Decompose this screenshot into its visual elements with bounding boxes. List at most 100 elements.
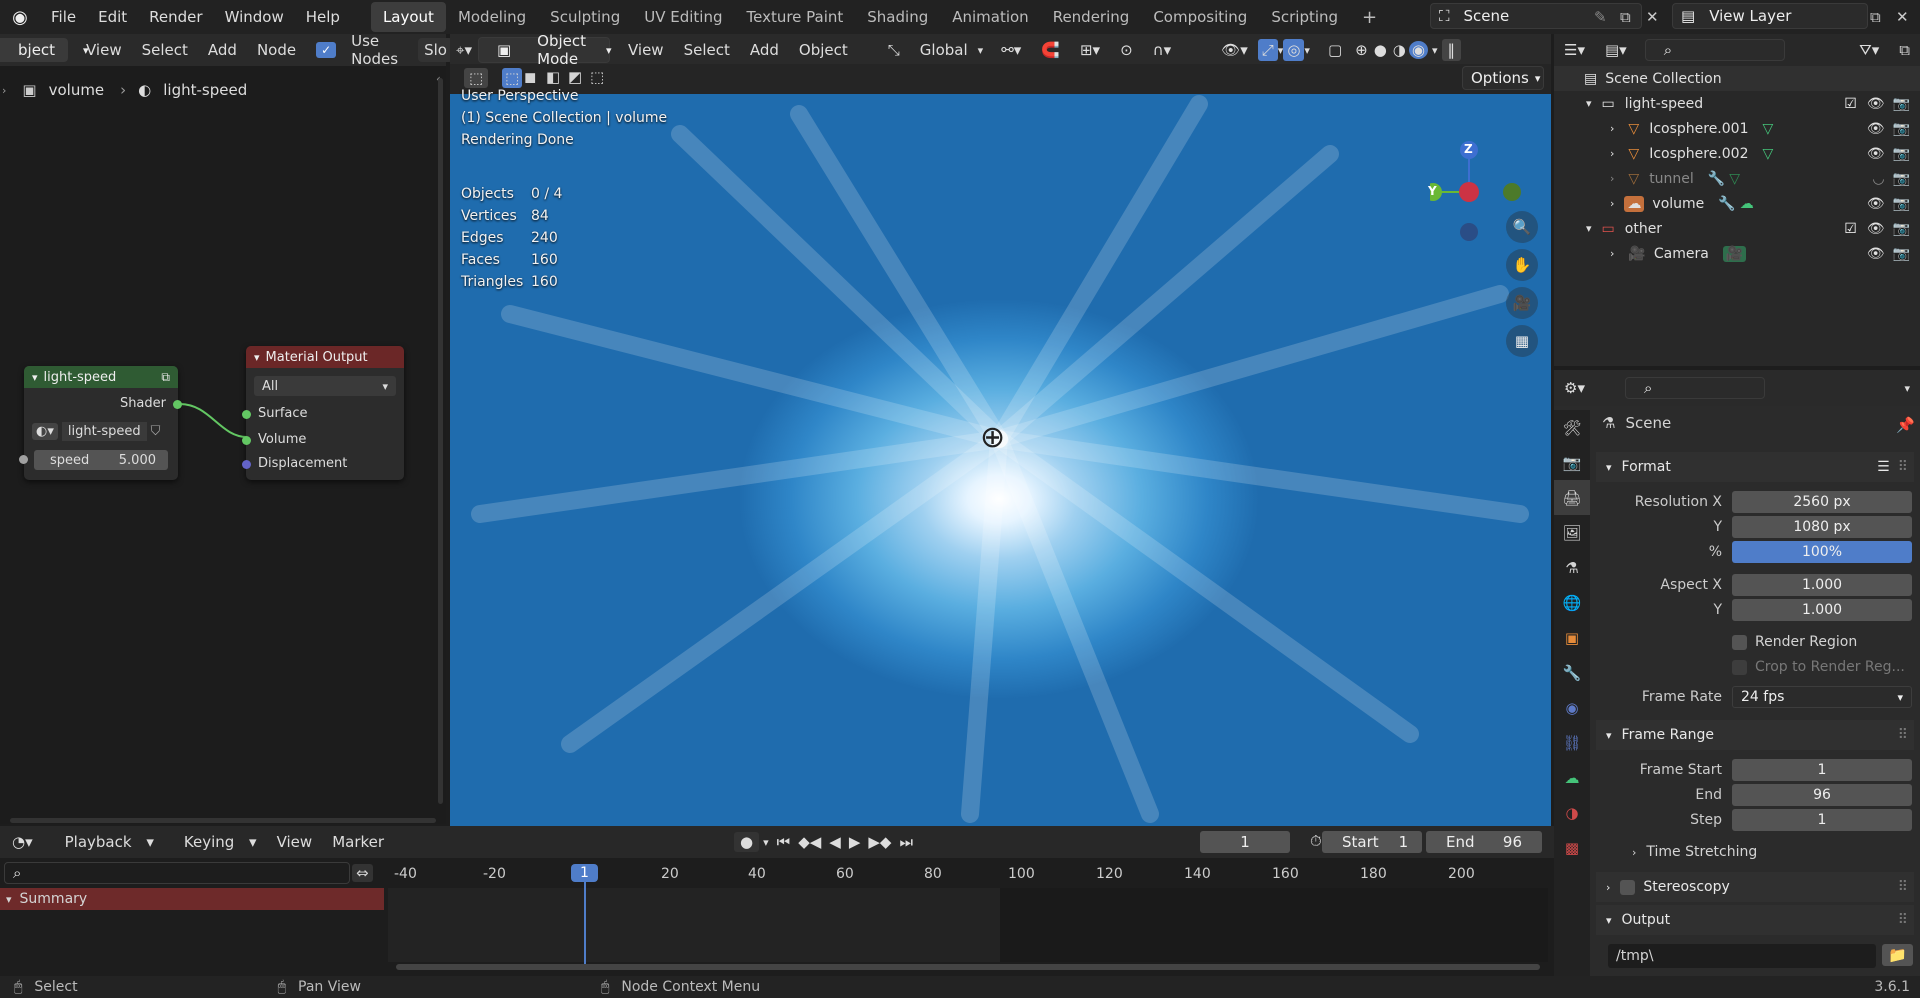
- tab-texture-paint[interactable]: Texture Paint: [734, 2, 855, 32]
- texture-tab-icon[interactable]: ▩: [1554, 830, 1590, 865]
- camera-render-icon[interactable]: 📷: [1893, 246, 1910, 262]
- physics-tab-icon[interactable]: ◉: [1554, 690, 1590, 725]
- properties-search-input[interactable]: ⌕: [1624, 377, 1765, 399]
- scene-selector[interactable]: ⛶ Scene: [1430, 3, 1642, 29]
- outliner-row-icosphere-001[interactable]: › ▽ Icosphere.001 ▽ 👁 📷: [1554, 116, 1920, 141]
- camera-render-icon[interactable]: 📷: [1893, 171, 1910, 187]
- frame-end-field[interactable]: 96: [1732, 784, 1912, 806]
- tab-scripting[interactable]: Scripting: [1259, 2, 1350, 32]
- 3d-viewport[interactable]: ⌖▾ ▣ Object Mode ▾ View Select Add Objec…: [450, 34, 1551, 826]
- outliner-search-input[interactable]: ⌕: [1644, 39, 1785, 61]
- chevron-right-icon[interactable]: ›: [1610, 122, 1614, 135]
- node-material-slot[interactable]: ◐▾ light-speed ⛉: [32, 420, 172, 442]
- collapse-chevron-icon[interactable]: ▾: [32, 371, 38, 384]
- object-mode-selector[interactable]: ▣ Object Mode ▾: [477, 34, 612, 68]
- perspective-toggle-icon[interactable]: ▦: [1506, 325, 1538, 357]
- shader-node-editor[interactable]: bject ▾ View Select Add Node ✓ Use Nodes …: [0, 32, 453, 824]
- new-view-layer-icon[interactable]: ⧉: [1870, 8, 1881, 26]
- menu-render[interactable]: Render: [138, 8, 213, 26]
- visibility-icon[interactable]: 👁▾: [1211, 41, 1258, 59]
- eye-icon[interactable]: 👁: [1867, 196, 1885, 212]
- outliner-row-icosphere-002[interactable]: › ▽ Icosphere.002 ▽ 👁 📷: [1554, 141, 1920, 166]
- folder-icon[interactable]: 📁: [1882, 944, 1913, 966]
- view-layer-selector[interactable]: ▤ View Layer: [1672, 3, 1868, 29]
- outliner-row-light-speed[interactable]: ▾ ▭ light-speed ☑ 👁 📷: [1554, 91, 1920, 116]
- presets-icon[interactable]: ☰: [1877, 459, 1890, 475]
- falloff-icon[interactable]: ∩▾: [1143, 41, 1182, 59]
- jump-end-icon[interactable]: ⏭: [895, 833, 917, 851]
- chevron-down-icon[interactable]: ▾: [1586, 222, 1592, 235]
- chevron-right-icon[interactable]: ›: [1610, 172, 1614, 185]
- new-collection-icon[interactable]: ⧉: [1889, 41, 1920, 59]
- editor-type-icon[interactable]: ⌖▾: [450, 41, 478, 59]
- shader-output-socket[interactable]: [173, 400, 182, 409]
- timeline[interactable]: ◔▾ Playback ▾ Keying ▾ View Marker ● ▾ ⏮…: [0, 826, 1554, 976]
- drag-handle-icon[interactable]: ⠿: [1898, 879, 1908, 895]
- speed-field[interactable]: speed 5.000: [34, 450, 168, 470]
- frame-range-panel-header[interactable]: ▾ Frame Range ⠿: [1596, 720, 1914, 750]
- pause-render-icon[interactable]: ‖: [1441, 39, 1462, 61]
- outliner-row-other[interactable]: ▾ ▭ other ☑ 👁 📷: [1554, 216, 1920, 241]
- chevron-down-icon[interactable]: ▾: [1586, 97, 1592, 110]
- current-frame-marker[interactable]: 1: [571, 864, 598, 882]
- select-mode-extend-icon[interactable]: ◼: [524, 68, 536, 86]
- outliner-row-volume[interactable]: › ☁ volume 🔧 ☁ 👁 📷: [1554, 191, 1920, 216]
- editor-type-icon[interactable]: ◔▾: [0, 833, 45, 851]
- new-scene-icon[interactable]: ⧉: [1620, 8, 1631, 26]
- pivot-icon[interactable]: ⚯▾: [991, 41, 1031, 59]
- format-panel-header[interactable]: ▾ Format ☰ ⠿: [1596, 452, 1914, 482]
- prev-keyframe-icon[interactable]: ◆◀: [794, 833, 825, 851]
- select-mode-invert-icon[interactable]: ◩: [568, 68, 582, 86]
- object-tab-icon[interactable]: ▣: [1554, 620, 1590, 655]
- view-layer-tab-icon[interactable]: 🖼: [1554, 515, 1590, 550]
- current-frame-field[interactable]: 1: [1200, 831, 1290, 853]
- eye-closed-icon[interactable]: ◡: [1872, 171, 1884, 187]
- chevron-right-icon[interactable]: ›: [1610, 147, 1614, 160]
- material-shading-icon[interactable]: ◑: [1390, 41, 1409, 59]
- time-stretching-subpanel[interactable]: › Time Stretching: [1632, 844, 1757, 860]
- properties-editor[interactable]: ⚙▾ ⌕ ▾ 🛠 📷 🖨 🖼 ⚗ 🌐 ▣ 🔧 ◉ ⛓ ☁ ◑ ▩ ⚗ Scene…: [1554, 370, 1920, 976]
- summary-row[interactable]: ▾ Summary: [0, 888, 384, 910]
- data-tab-icon[interactable]: ☁: [1554, 760, 1590, 795]
- snap-icon[interactable]: 🧲: [1031, 41, 1070, 59]
- menu-edit[interactable]: Edit: [87, 8, 138, 26]
- display-mode-icon[interactable]: ▤▾: [1595, 41, 1637, 59]
- render-region-checkbox[interactable]: [1732, 634, 1747, 650]
- output-path-field[interactable]: /tmp\: [1608, 944, 1876, 968]
- drag-handle-icon[interactable]: ⠿: [1898, 912, 1908, 928]
- menu-window[interactable]: Window: [214, 8, 295, 26]
- blender-logo-icon[interactable]: ◉: [0, 7, 40, 28]
- wireframe-shading-icon[interactable]: ⊕: [1352, 41, 1371, 59]
- options-dropdown[interactable]: Options ▾: [1462, 66, 1544, 90]
- displacement-input-socket[interactable]: [242, 460, 251, 469]
- material-output-node[interactable]: ▾ Material Output All ▾ Surface Volume D…: [242, 346, 404, 480]
- chevron-down-icon[interactable]: ▾: [1894, 382, 1920, 395]
- aspect-y-field[interactable]: 1.000: [1732, 599, 1912, 621]
- menu-file[interactable]: File: [40, 8, 87, 26]
- viewport-menu-select[interactable]: Select: [674, 41, 740, 59]
- pin-icon[interactable]: ✎: [1594, 8, 1607, 26]
- end-frame-field[interactable]: End 96: [1426, 831, 1542, 853]
- xray-icon[interactable]: ▢: [1318, 41, 1352, 59]
- zoom-icon[interactable]: 🔍: [1506, 211, 1538, 243]
- tab-animation[interactable]: Animation: [940, 2, 1040, 32]
- snap-increment-icon[interactable]: ⊞▾: [1070, 41, 1110, 59]
- tab-sculpting[interactable]: Sculpting: [538, 2, 632, 32]
- delete-view-layer-icon[interactable]: ✕: [1896, 8, 1909, 26]
- wrench-modifier-icon[interactable]: 🔧: [1718, 196, 1735, 212]
- output-panel-header[interactable]: ▾ Output ⠿: [1596, 905, 1914, 935]
- swap-arrows-icon[interactable]: ⇔: [352, 864, 373, 882]
- solid-shading-icon[interactable]: ●: [1371, 41, 1390, 59]
- record-icon[interactable]: ●: [734, 832, 760, 852]
- next-keyframe-icon[interactable]: ▶◆: [864, 833, 895, 851]
- timeline-menu-marker[interactable]: Marker: [322, 833, 394, 851]
- mesh-data-icon[interactable]: ▽: [1762, 146, 1773, 162]
- camera-render-icon[interactable]: 📷: [1893, 196, 1910, 212]
- tab-shading[interactable]: Shading: [855, 2, 940, 32]
- timeline-menu-view[interactable]: View: [267, 833, 323, 851]
- eye-icon[interactable]: 👁: [1867, 96, 1885, 112]
- start-frame-field[interactable]: Start 1: [1322, 831, 1422, 853]
- resolution-y-field[interactable]: 1080 px: [1732, 516, 1912, 538]
- crop-region-checkbox[interactable]: [1732, 659, 1747, 675]
- viewport-menu-object[interactable]: Object: [789, 41, 858, 59]
